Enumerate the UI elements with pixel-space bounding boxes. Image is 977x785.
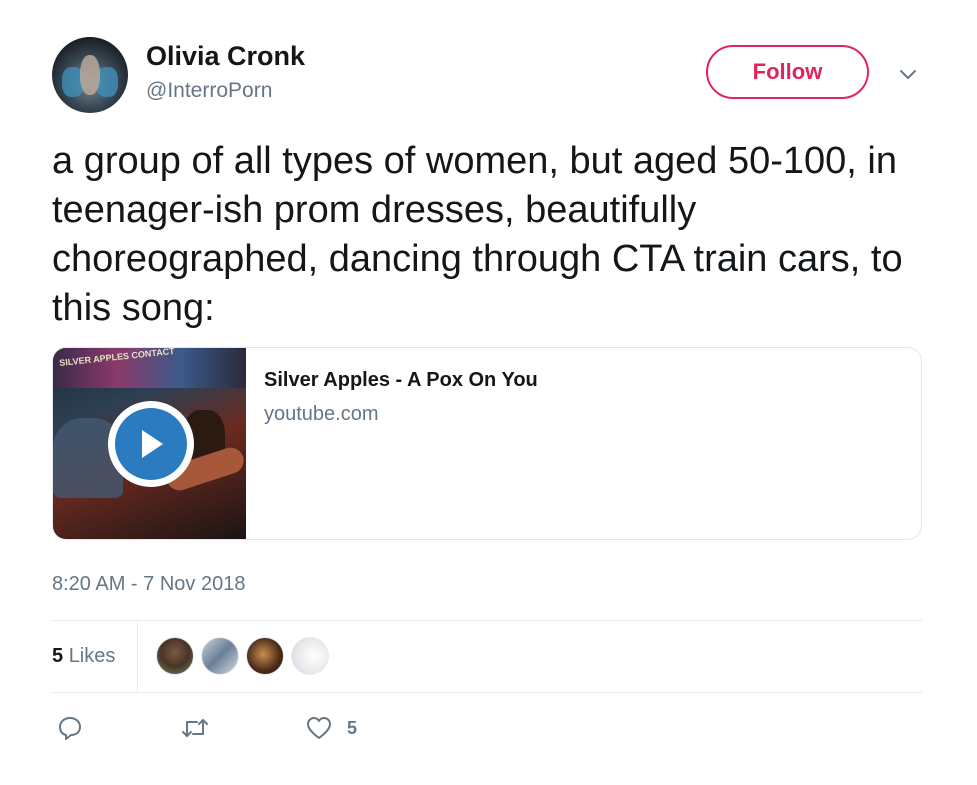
like-button[interactable]: 5 — [305, 714, 357, 742]
retweet-icon — [182, 719, 208, 737]
card-domain: youtube.com — [264, 403, 379, 425]
likes-word: Likes — [68, 645, 116, 667]
play-button[interactable] — [108, 401, 194, 487]
play-icon — [142, 430, 163, 458]
likes-number: 5 — [52, 645, 64, 667]
retweet-button[interactable] — [180, 714, 210, 742]
author-display-name[interactable]: Olivia Cronk — [146, 41, 305, 72]
reply-icon — [59, 717, 81, 740]
liker-avatar[interactable] — [156, 637, 194, 675]
chevron-down-icon[interactable] — [896, 62, 920, 86]
divider — [52, 620, 922, 621]
like-count: 5 — [347, 717, 358, 738]
link-card[interactable]: SILVER APPLES CONTACT Silver Apples - A … — [52, 347, 922, 540]
liker-avatar[interactable] — [291, 637, 329, 675]
reply-button[interactable] — [57, 714, 83, 742]
card-title[interactable]: Silver Apples - A Pox On You — [264, 369, 538, 392]
card-thumbnail[interactable]: SILVER APPLES CONTACT — [53, 348, 246, 539]
author-handle[interactable]: @InterroPorn — [146, 79, 272, 103]
tweet: Olivia Cronk @InterroPorn Follow a group… — [0, 0, 977, 785]
tweet-timestamp[interactable]: 8:20 AM - 7 Nov 2018 — [52, 573, 245, 596]
likes-count[interactable]: 5 Likes — [52, 645, 115, 668]
liker-avatar[interactable] — [246, 637, 284, 675]
author-avatar[interactable] — [52, 37, 128, 113]
likers-avatars — [156, 637, 336, 675]
liker-avatar[interactable] — [201, 637, 239, 675]
divider — [52, 692, 922, 693]
divider — [137, 621, 138, 692]
heart-icon — [307, 717, 331, 739]
follow-button[interactable]: Follow — [706, 45, 869, 99]
tweet-text: a group of all types of women, but aged … — [52, 140, 903, 329]
